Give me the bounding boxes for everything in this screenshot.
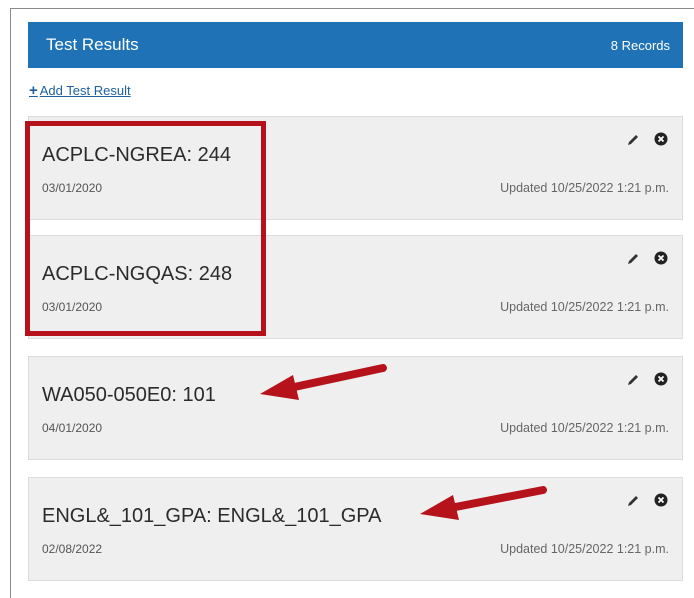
test-results-header: Test Results 8 Records (28, 22, 683, 68)
test-result-updated: Updated 10/25/2022 1:21 p.m. (500, 421, 669, 435)
add-test-result-label: Add Test Result (39, 83, 131, 98)
close-circle-icon[interactable] (654, 251, 668, 265)
pencil-icon[interactable] (626, 494, 640, 508)
test-result-updated: Updated 10/25/2022 1:21 p.m. (500, 181, 669, 195)
test-result-card: ENGL&_101_GPA: ENGL&_101_GPA 02/08/2022 … (28, 477, 683, 581)
test-result-card: ACPLC-NGREA: 244 03/01/2020 Updated 10/2… (28, 116, 683, 220)
pencil-icon[interactable] (626, 373, 640, 387)
test-result-card: ACPLC-NGQAS: 248 03/01/2020 Updated 10/2… (28, 235, 683, 339)
test-result-date: 03/01/2020 (42, 300, 103, 314)
test-result-date: 02/08/2022 (42, 542, 103, 556)
test-result-date: 04/01/2020 (42, 421, 103, 435)
header-title: Test Results (46, 35, 139, 54)
test-result-title: ACPLC-NGQAS: 248 (42, 263, 233, 285)
pencil-icon[interactable] (626, 252, 640, 266)
close-circle-icon[interactable] (654, 493, 668, 507)
test-result-title: ENGL&_101_GPA: ENGL&_101_GPA (42, 505, 382, 527)
test-result-title: WA050-050E0: 101 (42, 384, 216, 406)
pencil-icon[interactable] (626, 133, 640, 147)
test-result-card: WA050-050E0: 101 04/01/2020 Updated 10/2… (28, 356, 683, 460)
test-result-updated: Updated 10/25/2022 1:21 p.m. (500, 542, 669, 556)
record-count: 8 Records (610, 37, 670, 53)
close-circle-icon[interactable] (654, 132, 668, 146)
test-result-updated: Updated 10/25/2022 1:21 p.m. (500, 300, 669, 314)
test-result-date: 03/01/2020 (42, 181, 103, 195)
add-test-result-link[interactable]: + Add Test Result (29, 82, 131, 99)
test-result-title: ACPLC-NGREA: 244 (42, 144, 231, 166)
plus-icon: + (29, 82, 38, 99)
close-circle-icon[interactable] (654, 372, 668, 386)
